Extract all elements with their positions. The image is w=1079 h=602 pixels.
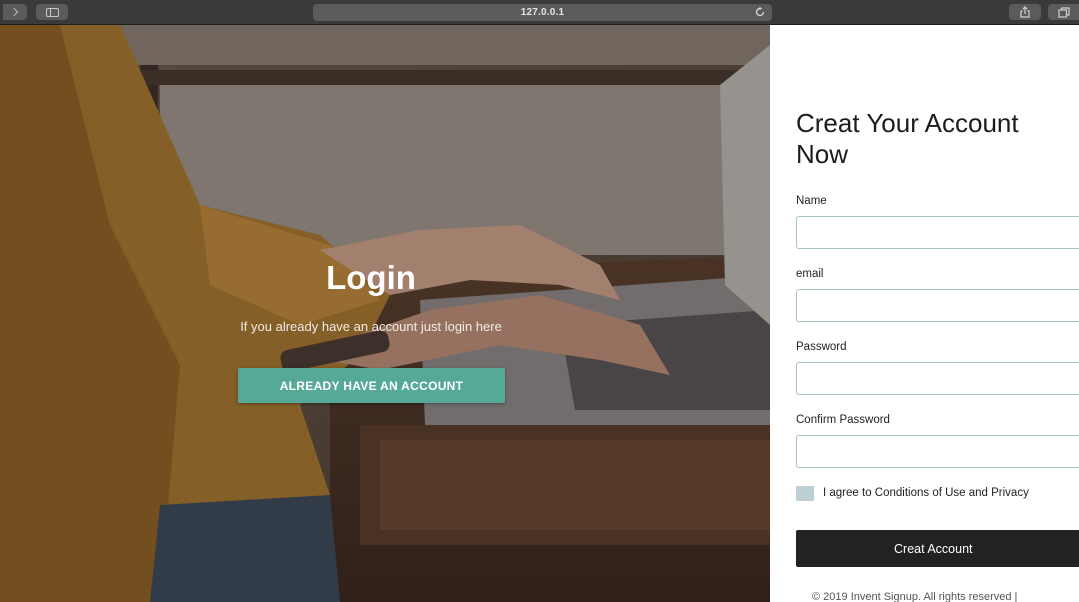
hero-background-photo [0,25,770,602]
address-bar[interactable]: 127.0.0.1 [313,4,772,21]
agree-label: I agree to Conditions of Use and Privacy [823,487,1029,499]
reload-icon[interactable] [754,6,766,18]
footer-copyright: © 2019 Invent Signup. All rights reserve… [812,591,1018,602]
agree-checkbox[interactable] [796,486,814,501]
share-icon [1020,6,1030,18]
forward-icon [9,7,19,17]
password-label: Password [796,341,847,353]
browser-toolbar: 127.0.0.1 [0,0,1079,25]
password-input[interactable] [796,362,1079,395]
tabs-overview-button[interactable] [1048,4,1079,20]
login-hero: Login If you already have an account jus… [0,25,770,602]
signup-panel: Creat Your Account Now Name email Passwo… [770,25,1079,602]
address-text: 127.0.0.1 [520,7,565,18]
name-input[interactable] [796,216,1079,249]
confirm-password-label: Confirm Password [796,414,890,426]
email-label: email [796,268,824,280]
name-label: Name [796,195,827,207]
already-have-account-button[interactable]: ALREADY HAVE AN ACCOUNT [238,368,505,403]
confirm-password-input[interactable] [796,435,1079,468]
login-subtitle: If you already have an account just logi… [240,319,502,334]
create-account-button[interactable]: Creat Account [796,530,1079,567]
signup-heading: Creat Your Account Now [796,108,1019,169]
share-button[interactable] [1009,4,1041,20]
forward-button[interactable] [3,4,27,20]
sidebar-toggle-button[interactable] [36,4,68,20]
tabs-icon [1057,6,1070,18]
sidebar-icon [45,7,59,17]
login-heading: Login [326,259,416,296]
email-input[interactable] [796,289,1079,322]
